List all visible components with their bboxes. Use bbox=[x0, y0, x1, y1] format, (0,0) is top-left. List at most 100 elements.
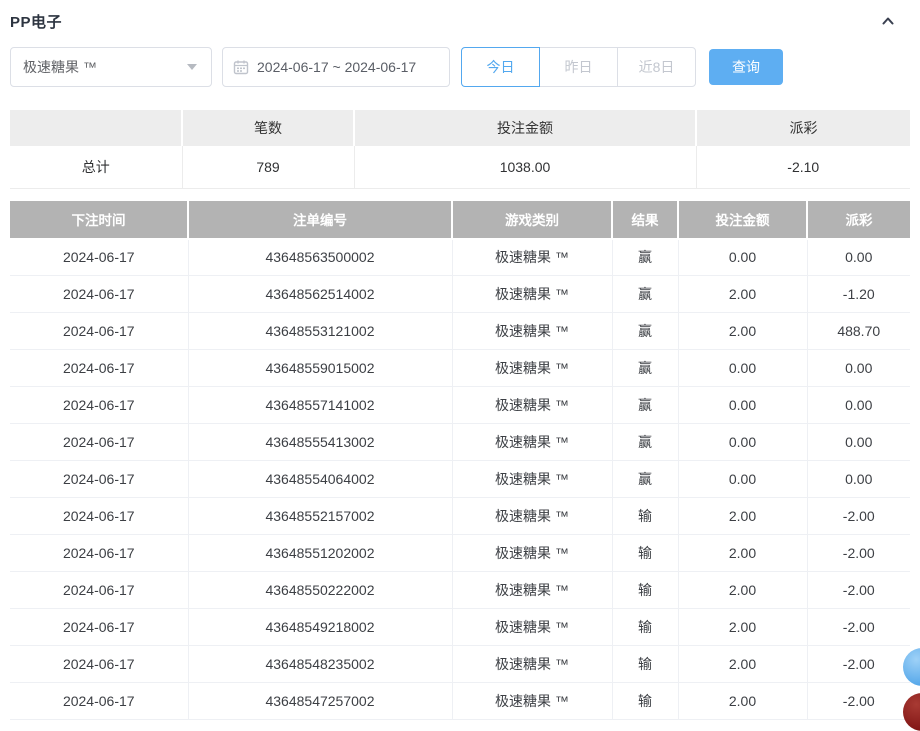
cell-amount: 0.00 bbox=[678, 387, 807, 424]
cell-bet-id: 43648550222002 bbox=[188, 572, 452, 609]
cell-bet-id: 43648548235002 bbox=[188, 646, 452, 683]
summary-total-payout: -2.10 bbox=[696, 146, 910, 188]
cell-payout: -2.00 bbox=[807, 535, 910, 572]
cell-game-type: 极速糖果 ™ bbox=[452, 498, 612, 535]
cell-bet-time: 2024-06-17 bbox=[10, 461, 188, 498]
cell-payout: -2.00 bbox=[807, 609, 910, 646]
cell-payout: 0.00 bbox=[807, 239, 910, 276]
cell-bet-time: 2024-06-17 bbox=[10, 276, 188, 313]
col-header-bet-id: 注单编号 bbox=[188, 201, 452, 239]
table-row: 2024-06-17 43648557141002 极速糖果 ™ 赢 0.00 … bbox=[10, 387, 910, 424]
cell-result: 输 bbox=[612, 646, 678, 683]
cell-result: 赢 bbox=[612, 461, 678, 498]
table-row: 2024-06-17 43648554064002 极速糖果 ™ 赢 0.00 … bbox=[10, 461, 910, 498]
summary-header-row: 笔数 投注金额 派彩 bbox=[10, 110, 910, 146]
table-row: 2024-06-17 43648563500002 极速糖果 ™ 赢 0.00 … bbox=[10, 239, 910, 276]
report-panel: PP电子 极速糖果 ™ bbox=[0, 0, 920, 720]
table-row: 2024-06-17 43648551202002 极速糖果 ™ 输 2.00 … bbox=[10, 535, 910, 572]
game-select-value: 极速糖果 ™ bbox=[23, 57, 187, 77]
cell-payout: 488.70 bbox=[807, 313, 910, 350]
cell-bet-id: 43648552157002 bbox=[188, 498, 452, 535]
cell-bet-id: 43648553121002 bbox=[188, 313, 452, 350]
cell-bet-time: 2024-06-17 bbox=[10, 683, 188, 720]
bets-table: 下注时间 注单编号 游戏类别 结果 投注金额 派彩 2024-06-17 436… bbox=[10, 201, 910, 721]
summary-header-blank bbox=[10, 110, 182, 146]
cell-bet-id: 43648551202002 bbox=[188, 535, 452, 572]
cell-bet-time: 2024-06-17 bbox=[10, 424, 188, 461]
cell-amount: 2.00 bbox=[678, 498, 807, 535]
cell-bet-id: 43648547257002 bbox=[188, 683, 452, 720]
date-range-input[interactable]: 2024-06-17 ~ 2024-06-17 bbox=[222, 47, 450, 87]
cell-game-type: 极速糖果 ™ bbox=[452, 239, 612, 276]
cell-bet-id: 43648563500002 bbox=[188, 239, 452, 276]
chevron-up-icon bbox=[880, 13, 896, 29]
table-row: 2024-06-17 43648550222002 极速糖果 ™ 输 2.00 … bbox=[10, 572, 910, 609]
cell-result: 赢 bbox=[612, 239, 678, 276]
cell-bet-id: 43648557141002 bbox=[188, 387, 452, 424]
table-row: 2024-06-17 43648562514002 极速糖果 ™ 赢 2.00 … bbox=[10, 276, 910, 313]
cell-bet-id: 43648554064002 bbox=[188, 461, 452, 498]
cell-game-type: 极速糖果 ™ bbox=[452, 424, 612, 461]
cell-payout: -1.20 bbox=[807, 276, 910, 313]
cell-result: 赢 bbox=[612, 387, 678, 424]
cell-payout: -2.00 bbox=[807, 498, 910, 535]
chevron-down-icon bbox=[187, 64, 197, 70]
quick-range-group: 今日 昨日 近8日 bbox=[461, 47, 696, 87]
col-header-amount: 投注金额 bbox=[678, 201, 807, 239]
collapse-button[interactable] bbox=[880, 13, 896, 29]
cell-result: 输 bbox=[612, 683, 678, 720]
cell-result: 输 bbox=[612, 572, 678, 609]
col-header-bet-time: 下注时间 bbox=[10, 201, 188, 239]
cell-amount: 0.00 bbox=[678, 239, 807, 276]
cell-game-type: 极速糖果 ™ bbox=[452, 572, 612, 609]
cell-payout: -2.00 bbox=[807, 646, 910, 683]
cell-game-type: 极速糖果 ™ bbox=[452, 350, 612, 387]
cell-amount: 0.00 bbox=[678, 424, 807, 461]
table-row: 2024-06-17 43648553121002 极速糖果 ™ 赢 2.00 … bbox=[10, 313, 910, 350]
cell-bet-id: 43648555413002 bbox=[188, 424, 452, 461]
range-button-yesterday[interactable]: 昨日 bbox=[539, 47, 618, 87]
cell-game-type: 极速糖果 ™ bbox=[452, 609, 612, 646]
calendar-icon bbox=[233, 59, 249, 75]
cell-bet-time: 2024-06-17 bbox=[10, 609, 188, 646]
range-button-today[interactable]: 今日 bbox=[461, 47, 540, 87]
cell-amount: 2.00 bbox=[678, 609, 807, 646]
cell-payout: 0.00 bbox=[807, 461, 910, 498]
col-header-game-type: 游戏类别 bbox=[452, 201, 612, 239]
cell-game-type: 极速糖果 ™ bbox=[452, 387, 612, 424]
filter-bar: 极速糖果 ™ 2024-06-17 ~ 2024-06-17 bbox=[10, 47, 910, 87]
cell-bet-time: 2024-06-17 bbox=[10, 572, 188, 609]
cell-result: 赢 bbox=[612, 276, 678, 313]
cell-amount: 0.00 bbox=[678, 350, 807, 387]
cell-amount: 2.00 bbox=[678, 313, 807, 350]
range-button-last8days[interactable]: 近8日 bbox=[617, 47, 696, 87]
cell-bet-time: 2024-06-17 bbox=[10, 535, 188, 572]
cell-result: 赢 bbox=[612, 424, 678, 461]
summary-total-label: 总计 bbox=[10, 146, 182, 188]
summary-header-amount: 投注金额 bbox=[354, 110, 696, 146]
cell-result: 输 bbox=[612, 609, 678, 646]
cell-amount: 2.00 bbox=[678, 646, 807, 683]
summary-total-row: 总计 789 1038.00 -2.10 bbox=[10, 146, 910, 188]
cell-bet-time: 2024-06-17 bbox=[10, 646, 188, 683]
panel-header: PP电子 bbox=[10, 8, 910, 34]
cell-payout: -2.00 bbox=[807, 683, 910, 720]
cell-payout: 0.00 bbox=[807, 424, 910, 461]
table-row: 2024-06-17 43648548235002 极速糖果 ™ 输 2.00 … bbox=[10, 646, 910, 683]
cell-amount: 2.00 bbox=[678, 683, 807, 720]
summary-table: 笔数 投注金额 派彩 总计 789 1038.00 -2.10 bbox=[10, 110, 910, 189]
game-select[interactable]: 极速糖果 ™ bbox=[10, 47, 212, 87]
table-row: 2024-06-17 43648555413002 极速糖果 ™ 赢 0.00 … bbox=[10, 424, 910, 461]
cell-bet-time: 2024-06-17 bbox=[10, 350, 188, 387]
cell-result: 输 bbox=[612, 535, 678, 572]
table-row: 2024-06-17 43648559015002 极速糖果 ™ 赢 0.00 … bbox=[10, 350, 910, 387]
cell-amount: 2.00 bbox=[678, 276, 807, 313]
table-row: 2024-06-17 43648552157002 极速糖果 ™ 输 2.00 … bbox=[10, 498, 910, 535]
cell-game-type: 极速糖果 ™ bbox=[452, 461, 612, 498]
search-button[interactable]: 查询 bbox=[709, 49, 783, 85]
cell-game-type: 极速糖果 ™ bbox=[452, 313, 612, 350]
summary-total-amount: 1038.00 bbox=[354, 146, 696, 188]
date-range-value: 2024-06-17 ~ 2024-06-17 bbox=[257, 59, 416, 75]
cell-game-type: 极速糖果 ™ bbox=[452, 276, 612, 313]
cell-bet-id: 43648559015002 bbox=[188, 350, 452, 387]
